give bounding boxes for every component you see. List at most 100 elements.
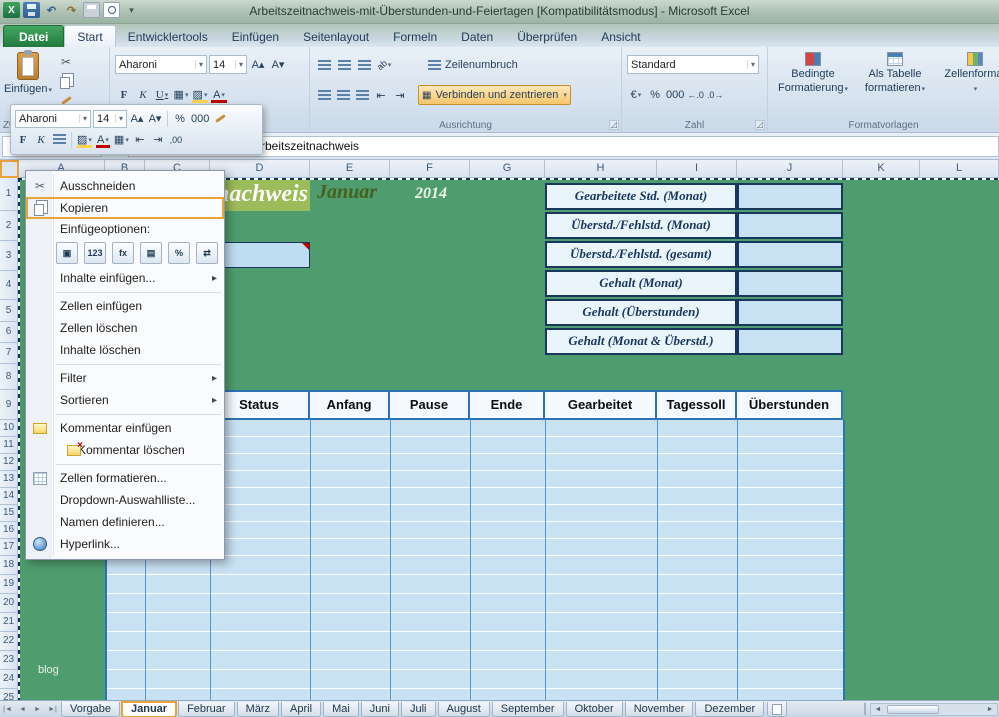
first-sheet-button[interactable] <box>0 701 15 717</box>
increase-decimal-icon[interactable]: ←.0 <box>686 85 705 104</box>
align-right-icon[interactable] <box>353 86 371 105</box>
column-header-k[interactable]: K <box>843 160 920 178</box>
summary-value-5[interactable] <box>737 299 843 326</box>
menu-item-inhalte-einfügen[interactable]: Inhalte einfügen... <box>26 267 224 289</box>
currency-format-icon[interactable]: € <box>627 85 645 104</box>
ribbon-tab-formeln[interactable]: Formeln <box>381 26 449 47</box>
mini-font-color-button[interactable]: A <box>95 131 111 149</box>
row-header-12[interactable]: 12 <box>0 454 18 471</box>
row-header-8[interactable]: 8 <box>0 364 18 390</box>
row-header-22[interactable]: 22 <box>0 632 18 651</box>
cell-styles-button[interactable]: Zellenformat <box>940 52 999 96</box>
percent-format-icon[interactable]: % <box>646 85 664 104</box>
borders-button[interactable]: ▦ <box>172 85 190 104</box>
decrease-indent-icon[interactable]: ⇤ <box>372 86 390 105</box>
align-middle-icon[interactable] <box>335 56 353 75</box>
mini-increase-font-icon[interactable]: A▴ <box>129 110 145 128</box>
column-header-d[interactable]: D <box>210 160 310 178</box>
mini-font-family-combo[interactable]: Aharoni <box>15 110 91 128</box>
summary-label-4[interactable]: Gehalt (Monat) <box>545 270 737 297</box>
column-header-e[interactable]: E <box>310 160 390 178</box>
mini-italic-button[interactable]: K <box>33 131 49 149</box>
conditional-formatting-button[interactable]: Bedingte Formatierung <box>776 52 850 96</box>
copy-icon[interactable] <box>58 74 74 88</box>
format-as-table-button[interactable]: Als Tabelle formatieren <box>856 52 934 96</box>
row-header-3[interactable]: 3 <box>0 241 18 271</box>
align-top-icon[interactable] <box>315 56 333 75</box>
summary-value-6[interactable] <box>737 328 843 355</box>
customize-dropdown-icon[interactable] <box>123 2 140 18</box>
row-header-13[interactable]: 13 <box>0 471 18 488</box>
mini-align-center-icon[interactable] <box>51 131 67 149</box>
paste-option-formulas-icon[interactable]: fx <box>112 242 134 264</box>
print-icon[interactable] <box>83 2 100 18</box>
row-header-21[interactable]: 21 <box>0 613 18 632</box>
font-family-combo[interactable]: Aharoni <box>115 55 207 74</box>
menu-item-inhalte-löschen[interactable]: Inhalte löschen <box>26 339 224 361</box>
row-header-10[interactable]: 10 <box>0 420 18 437</box>
decrease-decimal-icon[interactable]: .0→ <box>706 85 725 104</box>
sheet-tab-september[interactable]: September <box>492 702 564 717</box>
scroll-right-button[interactable] <box>983 704 997 715</box>
column-header-f[interactable]: F <box>390 160 470 178</box>
menu-item-zellen-löschen[interactable]: Zellen löschen <box>26 317 224 339</box>
mini-decimal-icon[interactable]: ,00 <box>168 131 184 149</box>
select-all-button[interactable] <box>0 160 19 178</box>
row-header-1[interactable]: 1 <box>0 178 18 211</box>
mini-decrease-indent-icon[interactable]: ⇤ <box>132 131 148 149</box>
number-format-combo[interactable]: Standard <box>627 55 759 74</box>
row-header-7[interactable]: 7 <box>0 343 18 364</box>
align-left-icon[interactable] <box>315 86 333 105</box>
column-header-l[interactable]: L <box>920 160 999 178</box>
ribbon-tab-datei[interactable]: Datei <box>3 25 64 47</box>
fill-color-button[interactable]: ▨ <box>191 85 209 104</box>
row-header-15[interactable]: 15 <box>0 505 18 522</box>
next-sheet-button[interactable] <box>30 701 45 717</box>
redo-icon[interactable] <box>63 2 80 18</box>
merge-center-button[interactable]: ▦ Verbinden und zentrieren <box>418 85 571 105</box>
column-header-g[interactable]: G <box>470 160 545 178</box>
thousands-format-icon[interactable]: 000 <box>665 85 685 104</box>
sheet-tab-januar[interactable]: Januar <box>122 702 176 717</box>
print-preview-icon[interactable] <box>103 2 120 18</box>
insert-worksheet-tab[interactable] <box>767 702 787 717</box>
ribbon-tab-start[interactable]: Start <box>64 25 115 47</box>
row-header-24[interactable]: 24 <box>0 670 18 689</box>
row-header-2[interactable]: 2 <box>0 211 18 241</box>
row-header-17[interactable]: 17 <box>0 539 18 556</box>
paste-option-link-icon[interactable]: ⇄ <box>196 242 218 264</box>
font-color-button[interactable]: A <box>210 85 228 104</box>
alignment-dialog-launcher[interactable] <box>609 120 619 130</box>
menu-item-zellen-formatieren[interactable]: Zellen formatieren... <box>26 467 224 489</box>
sheet-tab-dezember[interactable]: Dezember <box>695 702 764 717</box>
summary-value-3[interactable] <box>737 241 843 268</box>
mini-decrease-font-icon[interactable]: A▾ <box>147 110 163 128</box>
paste-option-paste-icon[interactable]: ▣ <box>56 242 78 264</box>
menu-item-kommentar-einfügen[interactable]: Kommentar einfügen <box>26 417 224 439</box>
mini-thousands-icon[interactable]: 000 <box>190 110 210 128</box>
paste-option-values-icon[interactable]: 123 <box>84 242 106 264</box>
previous-sheet-button[interactable] <box>15 701 30 717</box>
summary-value-1[interactable] <box>737 183 843 210</box>
column-header-i[interactable]: I <box>657 160 737 178</box>
mini-increase-indent-icon[interactable]: ⇥ <box>150 131 166 149</box>
paste-option-formatting-icon[interactable]: ▤ <box>140 242 162 264</box>
font-size-combo[interactable]: 14 <box>209 55 247 74</box>
last-sheet-button[interactable] <box>45 701 60 717</box>
ribbon-tab-ansicht[interactable]: Ansicht <box>589 26 652 47</box>
menu-item-kommentar-löschen[interactable]: Kommentar löschen <box>26 439 224 461</box>
column-header-j[interactable]: J <box>737 160 843 178</box>
row-header-5[interactable]: 5 <box>0 300 18 322</box>
align-bottom-icon[interactable] <box>355 56 373 75</box>
menu-item-namen-definieren[interactable]: Namen definieren... <box>26 511 224 533</box>
mini-percent-icon[interactable]: % <box>172 110 188 128</box>
summary-value-2[interactable] <box>737 212 843 239</box>
align-center-icon[interactable] <box>334 86 352 105</box>
sheet-tab-vorgabe[interactable]: Vorgabe <box>61 702 120 717</box>
mini-format-painter-icon[interactable] <box>212 110 228 128</box>
horizontal-scroll-thumb[interactable] <box>887 705 939 714</box>
summary-label-1[interactable]: Gearbeitete Std. (Monat) <box>545 183 737 210</box>
sheet-tab-april[interactable]: April <box>281 702 321 717</box>
mini-fill-color-button[interactable]: ▨ <box>76 131 93 149</box>
summary-label-2[interactable]: Überstd./Fehlstd. (Monat) <box>545 212 737 239</box>
